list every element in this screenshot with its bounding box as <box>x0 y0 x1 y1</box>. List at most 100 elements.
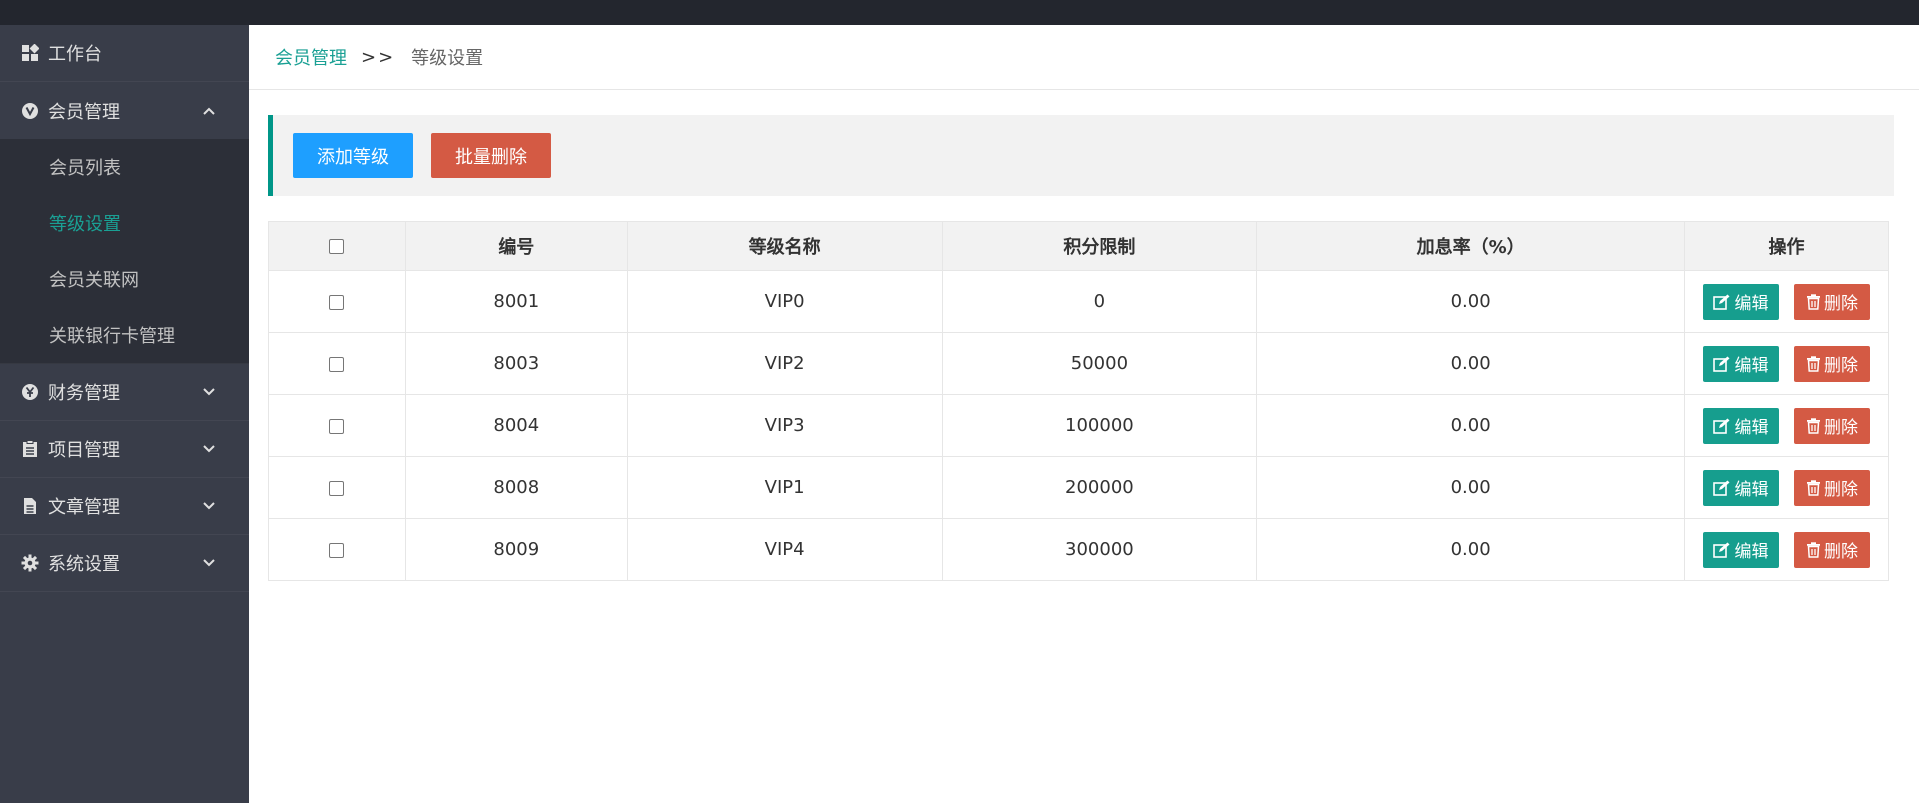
sidebar-item-finance-management[interactable]: 财务管理 <box>0 364 249 421</box>
sidebar-item-label: 会员关联网 <box>49 270 139 291</box>
sidebar-item-label: 会员列表 <box>49 158 121 179</box>
edit-button[interactable]: 编辑 <box>1702 345 1779 382</box>
row-select-cell <box>268 518 406 581</box>
delete-button[interactable]: 删除 <box>1793 345 1870 382</box>
table-row: 8008 VIP1 200000 0.00 编辑 删除 <box>268 456 1890 519</box>
cell-id: 8001 <box>404 270 628 333</box>
top-header-bar <box>0 0 1919 25</box>
row-checkbox[interactable] <box>329 480 345 496</box>
row-checkbox[interactable] <box>329 356 345 372</box>
row-select-cell <box>268 270 406 333</box>
sidebar-item-label: 关联银行卡管理 <box>49 326 175 347</box>
sidebar-item-label: 等级设置 <box>49 214 121 235</box>
row-checkbox[interactable] <box>329 294 345 310</box>
cell-actions: 编辑 删除 <box>1683 456 1890 519</box>
edit-button[interactable]: 编辑 <box>1702 283 1779 320</box>
cell-points-limit: 200000 <box>941 456 1258 519</box>
table-row: 8009 VIP4 300000 0.00 编辑 删除 <box>268 518 1890 581</box>
sidebar-item-level-settings[interactable]: 等级设置 <box>0 195 249 251</box>
breadcrumb-link-member-management[interactable]: 会员管理 <box>275 44 347 70</box>
edit-icon <box>1713 542 1730 558</box>
edit-button-label: 编辑 <box>1734 356 1769 376</box>
sidebar-item-system-settings[interactable]: 系统设置 <box>0 535 249 592</box>
table-row: 8001 VIP0 0 0.00 编辑 删除 <box>268 270 1890 333</box>
sidebar-item-article-management[interactable]: 文章管理 <box>0 478 249 535</box>
dashboard-icon <box>20 43 40 63</box>
table-row: 8003 VIP2 50000 0.00 编辑 删除 <box>268 332 1890 395</box>
delete-button[interactable]: 删除 <box>1793 407 1870 444</box>
cell-id: 8003 <box>404 332 628 395</box>
column-header-interest-rate: 加息率（%） <box>1256 221 1685 271</box>
document-icon <box>20 496 40 516</box>
cell-points-limit: 300000 <box>941 518 1258 581</box>
column-header-actions: 操作 <box>1683 221 1890 271</box>
sidebar-item-label: 财务管理 <box>48 383 120 404</box>
edit-button[interactable]: 编辑 <box>1702 531 1779 568</box>
cell-interest-rate: 0.00 <box>1256 394 1685 457</box>
cell-points-limit: 50000 <box>941 332 1258 395</box>
batch-delete-button[interactable]: 批量删除 <box>431 133 551 178</box>
cell-id: 8004 <box>404 394 628 457</box>
cell-points-limit: 100000 <box>941 394 1258 457</box>
sidebar-item-workbench[interactable]: 工作台 <box>0 25 249 82</box>
cell-actions: 编辑 删除 <box>1683 518 1890 581</box>
cell-actions: 编辑 删除 <box>1683 332 1890 395</box>
breadcrumb-current: 等级设置 <box>411 48 484 69</box>
delete-button[interactable]: 删除 <box>1793 283 1870 320</box>
sidebar-item-label: 工作台 <box>48 44 102 65</box>
table-body: 8001 VIP0 0 0.00 编辑 删除 8003 VIP2 50000 0… <box>268 270 1890 581</box>
cell-level-name: VIP0 <box>626 270 943 333</box>
gear-icon <box>20 553 40 573</box>
edit-icon <box>1713 356 1730 372</box>
edit-button[interactable]: 编辑 <box>1702 407 1779 444</box>
cell-level-name: VIP2 <box>626 332 943 395</box>
column-header-level-name: 等级名称 <box>626 221 943 271</box>
delete-button[interactable]: 删除 <box>1793 531 1870 568</box>
delete-button-label: 删除 <box>1823 480 1858 500</box>
cell-points-limit: 0 <box>941 270 1258 333</box>
row-checkbox[interactable] <box>329 542 345 558</box>
sidebar-item-member-network[interactable]: 会员关联网 <box>0 251 249 307</box>
chevron-up-icon <box>199 101 219 121</box>
row-select-cell <box>268 394 406 457</box>
select-all-header <box>268 221 406 271</box>
level-table-container: 编号 等级名称 积分限制 加息率（%） 操作 8001 VIP0 0 0.00 … <box>268 221 1890 581</box>
edit-button-label: 编辑 <box>1734 542 1769 562</box>
cell-interest-rate: 0.00 <box>1256 332 1685 395</box>
sidebar-item-label: 项目管理 <box>48 440 120 461</box>
action-toolbar: 添加等级 批量删除 <box>268 115 1894 196</box>
cell-interest-rate: 0.00 <box>1256 456 1685 519</box>
delete-button-label: 删除 <box>1823 294 1858 314</box>
edit-icon <box>1713 418 1730 434</box>
select-all-checkbox[interactable] <box>329 239 345 254</box>
delete-button-label: 删除 <box>1823 418 1858 438</box>
cell-actions: 编辑 删除 <box>1683 270 1890 333</box>
delete-button-label: 删除 <box>1823 356 1858 376</box>
sidebar: 工作台 会员管理 会员列表 等级设置 会员关联网 关联银行卡管理 财务管理 项目… <box>0 25 249 803</box>
sidebar-item-label: 会员管理 <box>48 101 120 123</box>
cell-level-name: VIP1 <box>626 456 943 519</box>
edit-icon <box>1713 294 1730 310</box>
chevron-down-icon <box>199 439 219 459</box>
column-header-id: 编号 <box>404 221 628 271</box>
sidebar-item-bank-card-management[interactable]: 关联银行卡管理 <box>0 307 249 363</box>
cell-actions: 编辑 删除 <box>1683 394 1890 457</box>
delete-button[interactable]: 删除 <box>1793 469 1870 506</box>
edit-button-label: 编辑 <box>1734 418 1769 438</box>
chevron-down-icon <box>199 496 219 516</box>
cell-interest-rate: 0.00 <box>1256 270 1685 333</box>
table-header-row: 编号 等级名称 积分限制 加息率（%） 操作 <box>268 221 1890 271</box>
level-table: 编号 等级名称 积分限制 加息率（%） 操作 8001 VIP0 0 0.00 … <box>268 221 1890 581</box>
sidebar-item-project-management[interactable]: 项目管理 <box>0 421 249 478</box>
member-management-submenu: 会员列表 等级设置 会员关联网 关联银行卡管理 <box>0 139 249 364</box>
breadcrumb: 会员管理 >> 等级设置 <box>249 25 1919 90</box>
sidebar-item-member-list[interactable]: 会员列表 <box>0 139 249 195</box>
vip-icon <box>20 101 40 121</box>
edit-button-label: 编辑 <box>1734 294 1769 314</box>
add-level-button[interactable]: 添加等级 <box>293 133 413 178</box>
edit-button[interactable]: 编辑 <box>1702 469 1779 506</box>
sidebar-item-label: 系统设置 <box>48 554 120 575</box>
sidebar-item-member-management[interactable]: 会员管理 <box>0 82 249 139</box>
trash-icon <box>1806 293 1820 310</box>
row-checkbox[interactable] <box>329 418 345 434</box>
